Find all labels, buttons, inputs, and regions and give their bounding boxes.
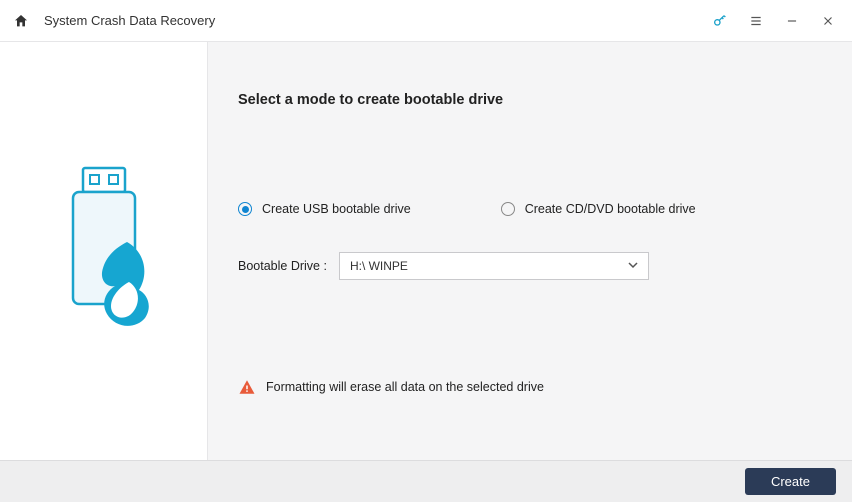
radio-dot-icon (501, 202, 515, 216)
chevron-down-icon (628, 260, 638, 273)
radio-usb-bootable[interactable]: Create USB bootable drive (238, 202, 411, 216)
page-title: System Crash Data Recovery (44, 13, 215, 28)
menu-icon[interactable] (744, 9, 768, 33)
warning-text: Formatting will erase all data on the se… (266, 380, 544, 394)
heading: Select a mode to create bootable drive (238, 92, 822, 108)
home-icon[interactable] (12, 12, 30, 30)
radio-dot-icon (238, 202, 252, 216)
minimize-icon[interactable] (780, 9, 804, 33)
drive-select-value: H:\ WINPE (350, 259, 408, 273)
drive-select-label: Bootable Drive : (238, 259, 327, 273)
radio-usb-label: Create USB bootable drive (262, 202, 411, 216)
body: Select a mode to create bootable drive C… (0, 42, 852, 460)
radio-cd-label: Create CD/DVD bootable drive (525, 202, 696, 216)
create-button[interactable]: Create (745, 468, 836, 495)
usb-drive-illustration (49, 164, 159, 339)
left-illustration-panel (0, 42, 208, 460)
radio-cd-bootable[interactable]: Create CD/DVD bootable drive (501, 202, 696, 216)
close-icon[interactable] (816, 9, 840, 33)
drive-select-row: Bootable Drive : H:\ WINPE (238, 252, 822, 280)
mode-radio-group: Create USB bootable drive Create CD/DVD … (238, 202, 822, 216)
key-icon[interactable] (708, 9, 732, 33)
main-panel: Select a mode to create bootable drive C… (208, 42, 852, 460)
warning-icon (238, 378, 256, 396)
drive-select[interactable]: H:\ WINPE (339, 252, 649, 280)
footer: Create (0, 460, 852, 502)
warning-row: Formatting will erase all data on the se… (238, 378, 822, 396)
titlebar: System Crash Data Recovery (0, 0, 852, 42)
